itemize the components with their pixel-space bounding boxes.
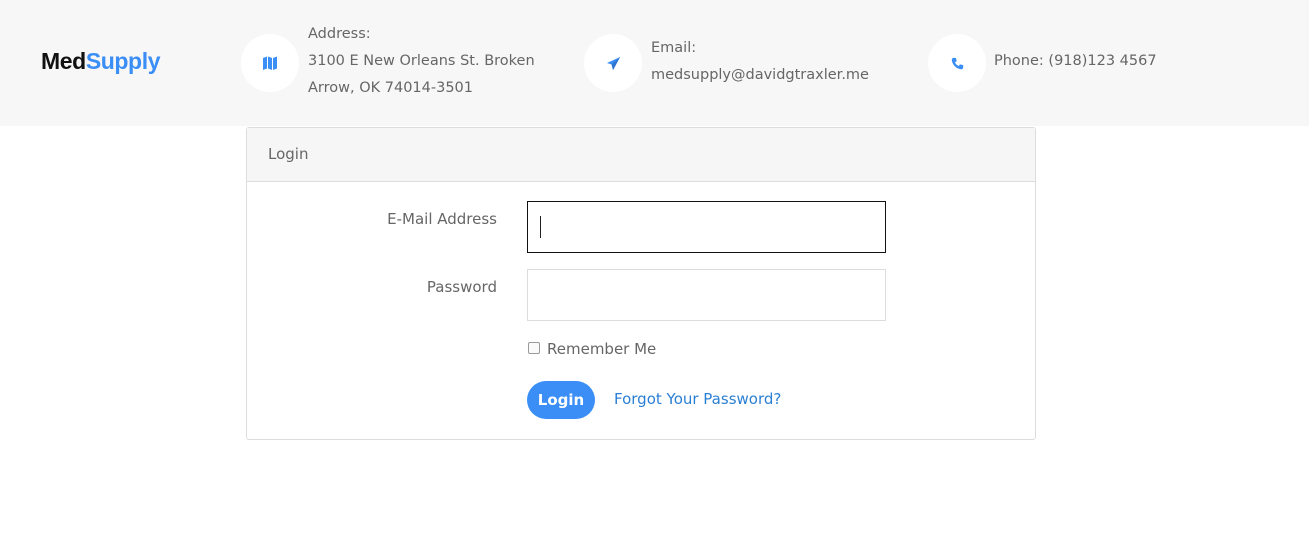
phone-icon bbox=[928, 34, 986, 92]
forgot-password-link[interactable]: Forgot Your Password? bbox=[614, 390, 781, 408]
address-label: Address: bbox=[308, 26, 371, 42]
brand-logo-part-med: Med bbox=[41, 48, 86, 74]
brand-logo[interactable]: MedSupply bbox=[41, 46, 160, 76]
paper-plane-icon bbox=[584, 34, 642, 92]
email-field-label: E-Mail Address bbox=[387, 210, 497, 228]
login-button[interactable]: Login bbox=[527, 381, 595, 419]
address-block: Address: 3100 E New Orleans St. Broken A… bbox=[308, 21, 535, 102]
top-header: MedSupply Address: 3100 E New Orleans St… bbox=[0, 0, 1309, 126]
login-card: Login E-Mail Address Password Remember M… bbox=[246, 127, 1036, 440]
address-line-1: 3100 E New Orleans St. Broken bbox=[308, 53, 535, 69]
password-field-label: Password bbox=[426, 278, 497, 296]
email-value: medsupply@davidgtraxler.me bbox=[651, 67, 869, 83]
email-label: Email: bbox=[651, 40, 697, 56]
phone-text: Phone: (918)123 4567 bbox=[994, 53, 1157, 69]
card-title: Login bbox=[247, 128, 1035, 182]
email-field[interactable] bbox=[527, 201, 886, 253]
password-field[interactable] bbox=[527, 269, 886, 321]
text-caret bbox=[540, 216, 541, 238]
email-block: Email: medsupply@davidgtraxler.me bbox=[651, 35, 869, 89]
address-line-2: Arrow, OK 74014-3501 bbox=[308, 80, 474, 96]
brand-logo-part-supply: Supply bbox=[85, 48, 161, 74]
remember-me-label[interactable]: Remember Me bbox=[547, 340, 656, 358]
map-icon bbox=[241, 34, 299, 92]
remember-me-checkbox[interactable] bbox=[528, 342, 540, 354]
